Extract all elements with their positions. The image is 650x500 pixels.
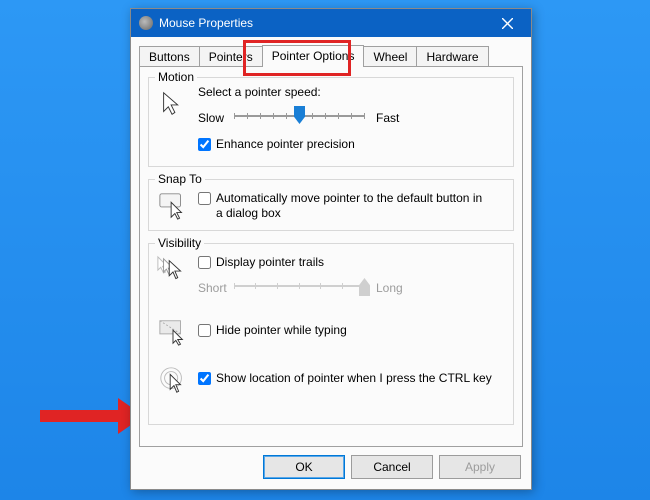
snapto-label: Automatically move pointer to the defaul… xyxy=(216,191,486,221)
ctrl-locate-icon xyxy=(158,365,188,395)
snapto-checkbox[interactable]: Automatically move pointer to the defaul… xyxy=(198,191,504,221)
titlebar: Mouse Properties xyxy=(131,9,531,37)
tab-pointer-options[interactable]: Pointer Options xyxy=(262,45,365,67)
fast-label: Fast xyxy=(376,111,399,125)
mouse-icon xyxy=(139,16,153,30)
apply-button[interactable]: Apply xyxy=(439,455,521,479)
cancel-button[interactable]: Cancel xyxy=(351,455,433,479)
pointer-speed-icon xyxy=(158,89,188,119)
pointer-trails-icon xyxy=(156,255,190,285)
snapto-icon xyxy=(158,191,188,221)
pointer-speed-slider[interactable] xyxy=(234,103,364,129)
hide-while-typing-checkbox[interactable]: Hide pointer while typing xyxy=(198,323,347,338)
group-visibility-legend: Visibility xyxy=(155,236,204,250)
annotation-arrow xyxy=(40,410,120,422)
tab-pointers[interactable]: Pointers xyxy=(199,46,263,68)
tab-buttons[interactable]: Buttons xyxy=(139,46,200,68)
tab-wheel[interactable]: Wheel xyxy=(363,46,417,68)
display-trails-label: Display pointer trails xyxy=(216,255,324,270)
hide-while-typing-label: Hide pointer while typing xyxy=(216,323,347,338)
enhance-precision-label: Enhance pointer precision xyxy=(216,137,355,152)
group-snapto: Snap To Automatically move pointer to th… xyxy=(148,173,514,231)
dialog-button-row: OK Cancel Apply xyxy=(131,455,531,481)
tab-strip: Buttons Pointers Pointer Options Wheel H… xyxy=(139,45,523,67)
slow-label: Slow xyxy=(198,111,224,125)
tab-hardware[interactable]: Hardware xyxy=(416,46,488,68)
show-ctrl-location-label: Show location of pointer when I press th… xyxy=(216,371,492,386)
group-motion: Motion Select a pointer speed: Slow Fast xyxy=(148,71,514,167)
short-label: Short xyxy=(198,281,227,295)
ok-button[interactable]: OK xyxy=(263,455,345,479)
enhance-precision-checkbox[interactable]: Enhance pointer precision xyxy=(198,137,355,152)
pointer-speed-label: Select a pointer speed: xyxy=(198,85,321,99)
trail-length-slider xyxy=(234,273,364,299)
close-button[interactable] xyxy=(487,9,527,37)
long-label: Long xyxy=(376,281,403,295)
group-snapto-legend: Snap To xyxy=(155,172,205,186)
tab-body: Motion Select a pointer speed: Slow Fast xyxy=(139,66,523,447)
display-trails-checkbox[interactable]: Display pointer trails xyxy=(198,255,324,270)
window-title: Mouse Properties xyxy=(159,16,487,30)
show-ctrl-location-checkbox[interactable]: Show location of pointer when I press th… xyxy=(198,371,506,386)
hide-typing-icon xyxy=(158,317,188,347)
group-motion-legend: Motion xyxy=(155,70,197,84)
mouse-properties-dialog: Mouse Properties Buttons Pointers Pointe… xyxy=(130,8,532,490)
group-visibility: Visibility Display pointer trails Short xyxy=(148,237,514,425)
